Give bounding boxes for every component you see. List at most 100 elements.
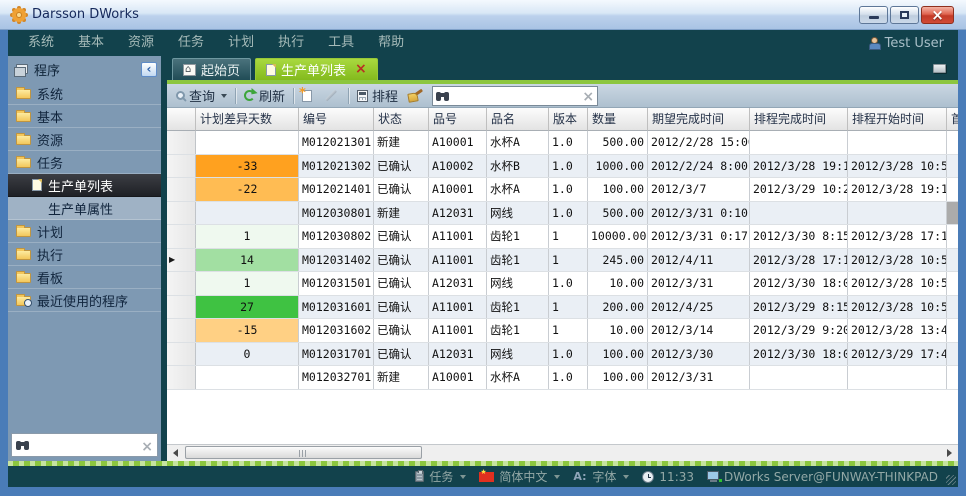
horizontal-scrollbar[interactable]	[167, 444, 958, 461]
table-row[interactable]: 1M012030802已确认A11001齿轮1110000.002012/3/3…	[167, 225, 958, 249]
sidebar-item-生产单列表[interactable]: 生产单列表	[8, 174, 161, 197]
menu-item-基本[interactable]: 基本	[66, 30, 116, 56]
column-header-品名[interactable]: 品名	[487, 108, 549, 131]
window-content: 程序 系统基本资源任务生产单列表生产单属性计划执行看板最近使用的程序 起始页生产…	[8, 56, 958, 487]
main-panel: 起始页生产单列表 查询刷新 排程 计划差异天数编号状态品号品名版本数量期望完成时间…	[167, 56, 958, 461]
menu-item-帮助[interactable]: 帮助	[366, 30, 416, 56]
grid-cell-plan-diff-days: 14	[196, 249, 299, 272]
sidebar-item-系统[interactable]: 系统	[8, 82, 161, 105]
grid-cell: 齿轮1	[487, 249, 549, 272]
table-row[interactable]: -15M012031602已确认A11001齿轮1110.002012/3/14…	[167, 319, 958, 343]
menu-item-执行[interactable]: 执行	[266, 30, 316, 56]
grid-cell: 2012/3/29 9:20	[750, 319, 848, 342]
toolbar-search-input[interactable]	[452, 88, 579, 104]
scrollbar-thumb[interactable]	[185, 446, 422, 459]
status-item-简体中文[interactable]: 简体中文	[479, 468, 560, 485]
grid-cell: 10.00	[588, 319, 648, 342]
clear-search-icon[interactable]	[141, 436, 153, 455]
tab-起始页[interactable]: 起始页	[172, 58, 251, 80]
column-header-排程完成时间[interactable]: 排程完成时间	[750, 108, 848, 131]
column-header-排程开始时间[interactable]: 排程开始时间	[848, 108, 947, 131]
column-header-期望完成时间[interactable]: 期望完成时间	[648, 108, 750, 131]
sidebar-item-资源[interactable]: 资源	[8, 128, 161, 151]
menu-item-计划[interactable]: 计划	[216, 30, 266, 56]
table-row[interactable]: 27M012031601已确认A11001齿轮11200.002012/4/25…	[167, 296, 958, 320]
sidebar-item-生产单属性[interactable]: 生产单属性	[8, 197, 161, 220]
tab-生产单列表[interactable]: 生产单列表	[255, 58, 378, 80]
column-header-编号[interactable]: 编号	[299, 108, 374, 131]
grid-cell-plan-diff-days: 1	[196, 225, 299, 248]
grid-cell: 水杯B	[487, 155, 549, 178]
sidebar-item-计划[interactable]: 计划	[8, 220, 161, 243]
menu-item-任务[interactable]: 任务	[166, 30, 216, 56]
status-item-任务[interactable]: 任务	[415, 468, 466, 485]
scroll-right-button[interactable]	[941, 446, 958, 460]
column-header-品号[interactable]: 品号	[429, 108, 487, 131]
toolbar-button-new-document[interactable]	[297, 89, 317, 103]
toolbar-button-edit[interactable]	[317, 93, 345, 98]
grid-cell: 新建	[374, 202, 429, 225]
column-header-计划差异天数[interactable]: 计划差异天数	[196, 108, 299, 131]
grid-cell	[947, 225, 958, 248]
grid-cell: 2012/3/7	[648, 178, 750, 201]
table-row[interactable]: 0M012031701已确认A12031网线1.0100.002012/3/30…	[167, 343, 958, 367]
toolbar-button-clean[interactable]	[403, 88, 428, 104]
toolbar-button-refresh[interactable]: 刷新	[239, 85, 290, 106]
menu-item-资源[interactable]: 资源	[116, 30, 166, 56]
table-row[interactable]: 1M012031501已确认A12031网线1.010.002012/3/312…	[167, 272, 958, 296]
grid-cell: 245.00	[588, 249, 648, 272]
sidebar-item-任务[interactable]: 任务	[8, 151, 161, 174]
grid-cell: M012031701	[299, 343, 374, 366]
row-indicator	[167, 131, 196, 154]
grid-cell: 1.0	[549, 178, 588, 201]
grid-cell: M012032701	[299, 366, 374, 389]
maximize-button[interactable]	[890, 6, 919, 24]
computer-icon	[707, 471, 719, 480]
sidebar-item-label: 生产单列表	[48, 176, 113, 195]
sidebar-item-执行[interactable]: 执行	[8, 243, 161, 266]
toolbar-button-query[interactable]: 查询	[171, 85, 232, 106]
scroll-left-button[interactable]	[167, 446, 184, 460]
grid-cell: 已确认	[374, 178, 429, 201]
column-header-首[interactable]: 首	[947, 108, 958, 131]
table-row[interactable]: -22M012021401已确认A10001水杯A1.0100.002012/3…	[167, 178, 958, 202]
grid-cell: 网线	[487, 202, 549, 225]
grid-cell-plan-diff-days	[196, 131, 299, 154]
table-row[interactable]: ▶14M012031402已确认A11001齿轮11245.002012/4/1…	[167, 249, 958, 273]
collapse-sidebar-button[interactable]	[141, 62, 157, 77]
grid-cell-plan-diff-days	[196, 366, 299, 389]
clear-search-icon[interactable]	[582, 86, 594, 105]
table-row[interactable]: -33M012021302已确认A10002水杯B1.01000.002012/…	[167, 155, 958, 179]
sidebar-search-input[interactable]	[33, 437, 137, 453]
toolbar-button-schedule[interactable]: 排程	[352, 85, 403, 106]
column-header-版本[interactable]: 版本	[549, 108, 588, 131]
row-indicator	[167, 202, 196, 225]
sidebar-item-基本[interactable]: 基本	[8, 105, 161, 128]
sidebar-item-看板[interactable]: 看板	[8, 266, 161, 289]
menu-item-工具[interactable]: 工具	[316, 30, 366, 56]
menu-item-系统[interactable]: 系统	[16, 30, 66, 56]
pencil-icon	[325, 89, 337, 101]
status-item-字体[interactable]: 字体	[573, 468, 629, 485]
grid-cell: 2012/3/31	[648, 366, 750, 389]
sidebar-item-最近使用的程序[interactable]: 最近使用的程序	[8, 289, 161, 312]
right-arrow-icon	[947, 449, 952, 457]
grid-cell	[947, 155, 958, 178]
user-box[interactable]: Test User	[868, 30, 944, 56]
grid-cell	[750, 202, 848, 225]
dropdown-caret-icon	[623, 475, 629, 479]
close-tab-icon[interactable]	[355, 62, 367, 77]
column-header-状态[interactable]: 状态	[374, 108, 429, 131]
table-row[interactable]: M012032701新建A10001水杯A1.0100.002012/3/31	[167, 366, 958, 390]
grid-cell: 2012/3/31 0:10	[648, 202, 750, 225]
close-button[interactable]	[921, 6, 954, 24]
table-row[interactable]: M012021301新建A10001水杯A1.0500.002012/2/28 …	[167, 131, 958, 155]
minimize-button[interactable]	[859, 6, 888, 24]
tab-strip: 起始页生产单列表	[167, 56, 958, 80]
refresh-icon	[244, 90, 255, 101]
sidebar-item-label: 资源	[37, 130, 63, 149]
windows-list-icon[interactable]	[933, 64, 946, 73]
table-row[interactable]: M012030801新建A12031网线1.0500.002012/3/31 0…	[167, 202, 958, 226]
column-header-数量[interactable]: 数量	[588, 108, 648, 131]
grid-cell	[947, 249, 958, 272]
